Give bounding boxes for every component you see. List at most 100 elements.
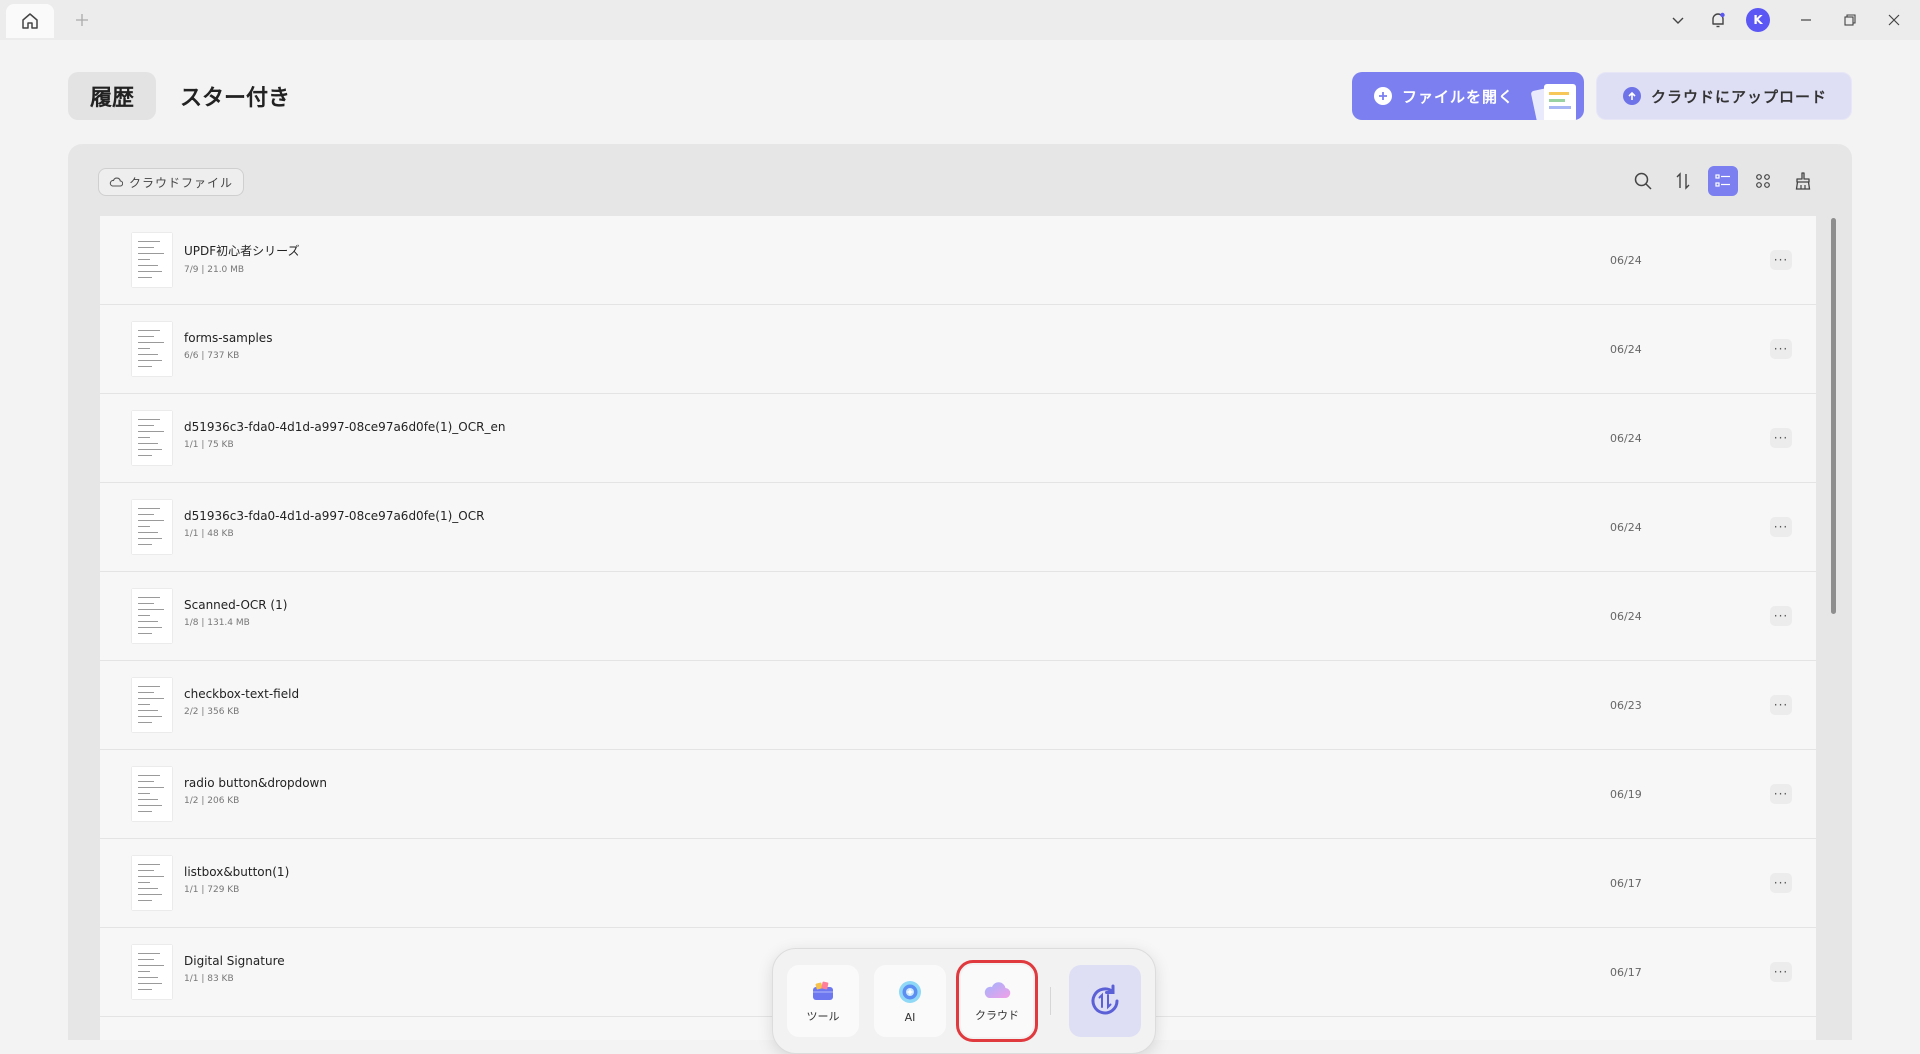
dock-ai-button[interactable]: AI [874,965,946,1037]
file-meta: 6/6 | 737 KB [184,351,240,361]
file-row[interactable]: Scanned-OCR (1) 1/8 | 131.4 MB 06/24 ··· [100,572,1816,661]
dock-cloud-label: クラウド [975,1009,1019,1022]
more-options-button[interactable]: ··· [1770,250,1792,270]
new-tab-button[interactable] [62,3,102,37]
file-thumbnail [132,233,172,287]
restore-button[interactable] [1830,0,1870,40]
cloud-icon [984,982,1011,999]
dock-sync-button[interactable] [1069,965,1141,1037]
file-thumbnail [132,589,172,643]
upload-cloud-button[interactable]: クラウドにアップロード [1596,72,1852,120]
more-options-button[interactable]: ··· [1770,517,1792,537]
sort-button[interactable] [1668,166,1698,196]
sync-icon [1091,984,1119,1015]
file-info: UPDF初心者シリーズ 7/9 | 21.0 MB [184,242,300,275]
list-scrollbar[interactable] [1831,218,1836,614]
minimize-icon [1801,19,1811,21]
file-date: 06/24 [1610,253,1642,267]
notification-button[interactable] [1698,0,1738,40]
file-info: checkbox-text-field 2/2 | 356 KB [184,687,299,717]
file-row[interactable]: checkbox-text-field 2/2 | 356 KB 06/23 ·… [100,661,1816,750]
dock-tools-button[interactable]: ツール [787,965,859,1037]
file-date: 06/23 [1610,698,1642,712]
file-panel: クラウドファイル UPDF初心者シリーズ 7/9 | 21.0 MB 06/24… [68,144,1852,1040]
restore-icon [1844,14,1856,26]
minimize-button[interactable] [1786,0,1826,40]
sort-icon [1676,172,1690,190]
file-row[interactable]: d51936c3-fda0-4d1d-a997-08ce97a6d0fe(1)_… [100,483,1816,572]
grid-view-icon [1756,174,1770,188]
more-options-button[interactable]: ··· [1770,873,1792,893]
broom-icon [1795,172,1811,190]
avatar: K [1746,8,1770,32]
file-name: d51936c3-fda0-4d1d-a997-08ce97a6d0fe(1)_… [184,509,485,523]
file-list: UPDF初心者シリーズ 7/9 | 21.0 MB 06/24 ··· form… [100,216,1816,1040]
file-info: Digital Signature 1/1 | 83 KB [184,954,285,984]
bottom-dock: ツール AI クラウド [772,948,1156,1054]
main-area: 履歴 スター付き ファイルを開く クラウドにアップロード クラウドファイル UP… [4,40,1916,1054]
file-meta: 2/2 | 356 KB [184,707,240,717]
tab-list-dropdown[interactable] [1658,0,1698,40]
list-view-icon [1715,174,1730,187]
search-icon [1634,172,1652,190]
toolbox-icon [813,981,833,1000]
file-info: d51936c3-fda0-4d1d-a997-08ce97a6d0fe(1)_… [184,420,505,450]
open-file-label: ファイルを開く [1402,87,1515,106]
file-row[interactable]: UPDF初心者シリーズ 7/9 | 21.0 MB 06/24 ··· [100,216,1816,305]
file-thumbnail [132,767,172,821]
file-meta: 1/1 | 729 KB [184,885,240,895]
more-options-button[interactable]: ··· [1770,428,1792,448]
file-info: Scanned-OCR (1) 1/8 | 131.4 MB [184,598,287,628]
file-name: d51936c3-fda0-4d1d-a997-08ce97a6d0fe(1)_… [184,420,506,434]
file-row[interactable]: listbox&button(1) 1/1 | 729 KB 06/17 ··· [100,839,1816,928]
file-thumbnail [132,322,172,376]
file-thumbnail [132,500,172,554]
file-row[interactable]: d51936c3-fda0-4d1d-a997-08ce97a6d0fe(1)_… [100,394,1816,483]
file-name: listbox&button(1) [184,865,290,879]
more-options-button[interactable]: ··· [1770,962,1792,982]
more-options-button[interactable]: ··· [1770,339,1792,359]
search-button[interactable] [1628,166,1658,196]
list-view-button[interactable] [1708,166,1738,196]
more-options-button[interactable]: ··· [1770,784,1792,804]
dock-ai-label: AI [904,1010,916,1024]
documents-illustration-icon [1531,84,1576,120]
cloud-icon [109,177,123,187]
file-row[interactable]: radio button&dropdown 1/2 | 206 KB 06/19… [100,750,1816,839]
file-name: checkbox-text-field [184,687,300,701]
cloud-files-label: クラウドファイル [129,175,234,190]
clear-history-button[interactable] [1788,166,1818,196]
file-info: listbox&button(1) 1/1 | 729 KB [184,865,289,895]
grid-view-button[interactable] [1748,166,1778,196]
tab-history[interactable]: 履歴 [68,72,157,120]
more-options-button[interactable]: ··· [1770,606,1792,626]
file-thumbnail [132,678,172,732]
file-meta: 1/1 | 75 KB [184,440,234,450]
view-tabs: 履歴 スター付き [68,72,296,120]
dock-cloud-button[interactable]: クラウド [956,960,1038,1042]
file-info: forms-samples 6/6 | 737 KB [184,331,272,361]
close-window-button[interactable] [1874,0,1914,40]
cloud-files-filter[interactable]: クラウドファイル [98,168,245,196]
open-file-button[interactable]: ファイルを開く [1352,72,1584,120]
file-meta: 7/9 | 21.0 MB [184,265,245,275]
home-tab[interactable] [6,4,54,38]
account-button[interactable]: K [1738,0,1778,40]
file-name: UPDF初心者シリーズ [184,244,300,258]
file-info: radio button&dropdown 1/2 | 206 KB [184,776,327,806]
list-toolbar [1628,166,1818,196]
more-options-button[interactable]: ··· [1770,695,1792,715]
file-thumbnail [132,411,172,465]
file-date: 06/17 [1610,965,1642,979]
file-date: 06/17 [1610,876,1642,890]
dock-separator [1050,987,1051,1015]
file-row[interactable]: forms-samples 6/6 | 737 KB 06/24 ··· [100,305,1816,394]
chevron-down-icon [1672,17,1684,24]
tab-starred[interactable]: スター付き [174,80,296,112]
file-thumbnail [132,856,172,910]
home-icon [22,13,38,29]
file-name: radio button&dropdown [184,776,327,790]
file-date: 06/19 [1610,787,1642,801]
bell-icon [1712,12,1725,28]
file-date: 06/24 [1610,520,1642,534]
